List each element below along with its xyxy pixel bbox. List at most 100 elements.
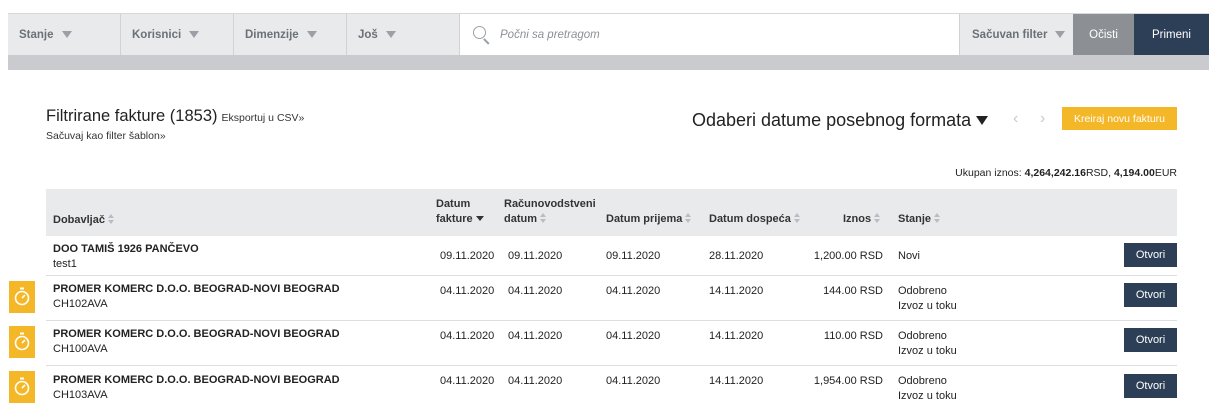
invoice-date-cell: 09.11.2020 (440, 250, 495, 262)
page-title-block: Filtrirane fakture (1853) Eksportuj u CSV… (46, 107, 304, 126)
divider-strip (8, 55, 1209, 70)
column-header-due-date[interactable]: Datum dospeća (709, 212, 801, 227)
invoice-date-cell: 04.11.2020 (440, 330, 495, 342)
search-icon (472, 25, 492, 45)
received-date-cell: 09.11.2020 (606, 250, 661, 262)
amount-cell: 1,200.00 RSD (813, 250, 883, 262)
filter-dropdown-status[interactable]: Stanje (8, 14, 121, 55)
received-date-cell: 04.11.2020 (606, 375, 661, 387)
supplier-cell: PROMER KOMERC D.O.O. BEOGRAD-NOVI BEOGRA… (53, 373, 340, 403)
saved-filter-dropdown[interactable]: Sačuvan filter (960, 14, 1073, 55)
table-row[interactable]: PROMER KOMERC D.O.O. BEOGRAD-NOVI BEOGRA… (46, 321, 1177, 366)
total-amount: Ukupan iznos: 4,264,242.16RSD, 4,194.00E… (955, 167, 1177, 179)
next-arrow-icon[interactable]: › (1040, 110, 1045, 128)
total-rsd-amount: 4,264,242.16 (1024, 167, 1086, 179)
status-text: Odobreno (898, 330, 947, 342)
search-input[interactable] (500, 28, 920, 41)
sort-icon (107, 214, 115, 225)
open-button[interactable]: Otvori (1124, 374, 1177, 398)
invoice-code: CH100AVA (53, 343, 108, 355)
filter-dropdown-label: Dimenzije (245, 28, 299, 41)
open-button[interactable]: Otvori (1124, 283, 1177, 307)
supplier-name: DOO TAMIŠ 1926 PANČEVO (53, 243, 199, 255)
supplier-name: PROMER KOMERC D.O.O. BEOGRAD-NOVI BEOGRA… (53, 283, 340, 295)
total-eur-amount: 4,194.00 (1113, 167, 1155, 179)
open-button[interactable]: Otvori (1124, 328, 1177, 352)
accounting-date-cell: 04.11.2020 (508, 285, 563, 297)
invoice-date-cell: 04.11.2020 (440, 375, 495, 387)
filter-bar: Stanje Korisnici Dimenzije Još Sačuvan f… (8, 13, 1209, 55)
amount-cell: 110.00 RSD (823, 330, 883, 342)
due-date-cell: 14.11.2020 (709, 375, 764, 387)
open-button[interactable]: Otvori (1124, 243, 1177, 267)
status-text: Odobreno (898, 375, 947, 387)
column-header-supplier[interactable]: Dobavljač (53, 213, 115, 228)
due-date-cell: 28.11.2020 (709, 250, 764, 262)
caret-down-icon (61, 31, 72, 38)
column-header-received-date[interactable]: Datum prijema (606, 212, 692, 227)
invoice-code: test1 (53, 258, 77, 270)
sort-icon (934, 213, 941, 224)
accounting-date-cell: 04.11.2020 (508, 330, 563, 342)
column-header-amount[interactable]: Iznos (843, 212, 881, 227)
status-cell: Odobreno Izvoz u toku (898, 284, 957, 314)
filter-dropdown-dimensions[interactable]: Dimenzije (234, 14, 347, 55)
supplier-cell: PROMER KOMERC D.O.O. BEOGRAD-NOVI BEOGRA… (53, 282, 340, 312)
create-invoice-button[interactable]: Kreiraj novu fakturu (1062, 107, 1177, 130)
supplier-cell: DOO TAMIŠ 1926 PANČEVO test1 (53, 242, 199, 272)
caret-down-icon (976, 116, 989, 125)
filter-dropdown-label: Stanje (19, 28, 54, 41)
status-subtext: Izvoz u toku (898, 345, 957, 357)
clear-button[interactable]: Očisti (1073, 14, 1134, 55)
column-label: Datum prijema (606, 213, 683, 225)
amount-cell: 144.00 RSD (823, 285, 883, 297)
status-text: Odobreno (898, 285, 947, 297)
filter-dropdown-label: Korisnici (132, 28, 182, 41)
supplier-name: PROMER KOMERC D.O.O. BEOGRAD-NOVI BEOGRA… (53, 328, 340, 340)
due-date-cell: 14.11.2020 (709, 285, 764, 297)
status-cell: Odobreno Izvoz u toku (898, 374, 957, 403)
caret-down-icon (189, 31, 200, 38)
filter-dropdown-more[interactable]: Još (347, 14, 460, 55)
table-row[interactable]: PROMER KOMERC D.O.O. BEOGRAD-NOVI BEOGRA… (46, 276, 1177, 321)
sort-icon (540, 213, 547, 224)
filter-dropdown-label: Još (358, 28, 378, 41)
table-header: Dobavljač Datum fakture Računovodstveni … (46, 189, 1177, 236)
invoice-date-cell: 04.11.2020 (440, 285, 495, 297)
supplier-cell: PROMER KOMERC D.O.O. BEOGRAD-NOVI BEOGRA… (53, 327, 340, 357)
prev-arrow-icon[interactable]: ‹ (1013, 110, 1018, 128)
search-box (460, 14, 960, 55)
column-label: Dobavljač (53, 214, 105, 226)
status-subtext: Izvoz u toku (898, 390, 957, 402)
export-csv-link[interactable]: Eksportuj u CSV» (222, 112, 305, 124)
page-title: Filtrirane fakture (1853) (46, 107, 218, 125)
table-row[interactable]: DOO TAMIŠ 1926 PANČEVO test1 09.11.2020 … (46, 236, 1177, 276)
accounting-date-cell: 09.11.2020 (508, 250, 563, 262)
column-header-status[interactable]: Stanje (898, 212, 941, 227)
due-date-cell: 14.11.2020 (709, 330, 764, 342)
accounting-date-cell: 04.11.2020 (508, 375, 563, 387)
table-row[interactable]: PROMER KOMERC D.O.O. BEOGRAD-NOVI BEOGRA… (46, 366, 1177, 403)
amount-cell: 1,954.00 RSD (813, 375, 883, 387)
column-label: Iznos (843, 213, 872, 225)
column-label: Datum dospeća (709, 213, 791, 225)
total-label: Ukupan iznos: (955, 167, 1022, 179)
total-rsd-unit: RSD, (1085, 167, 1112, 179)
status-subtext: Izvoz u toku (898, 300, 957, 312)
saved-filter-label: Sačuvan filter (972, 28, 1048, 41)
status-cell: Odobreno Izvoz u toku (898, 329, 957, 359)
column-label: fakture (436, 213, 473, 225)
stopwatch-icon (9, 326, 35, 358)
column-header-invoice-date[interactable]: Datum fakture (436, 197, 484, 227)
column-label: datum (504, 213, 537, 225)
date-format-picker[interactable]: Odaberi datume posebnog formata (692, 110, 989, 131)
sort-icon (874, 213, 881, 224)
save-filter-template-link[interactable]: Sačuvaj kao filter šablon» (46, 130, 166, 142)
apply-button[interactable]: Primeni (1134, 14, 1209, 55)
sort-icon (685, 213, 692, 224)
filter-dropdown-users[interactable]: Korisnici (121, 14, 234, 55)
stopwatch-icon (9, 281, 35, 313)
column-header-accounting-date[interactable]: Računovodstveni datum (504, 197, 596, 227)
invoice-code: CH103AVA (53, 389, 108, 401)
caret-down-icon (306, 31, 317, 38)
